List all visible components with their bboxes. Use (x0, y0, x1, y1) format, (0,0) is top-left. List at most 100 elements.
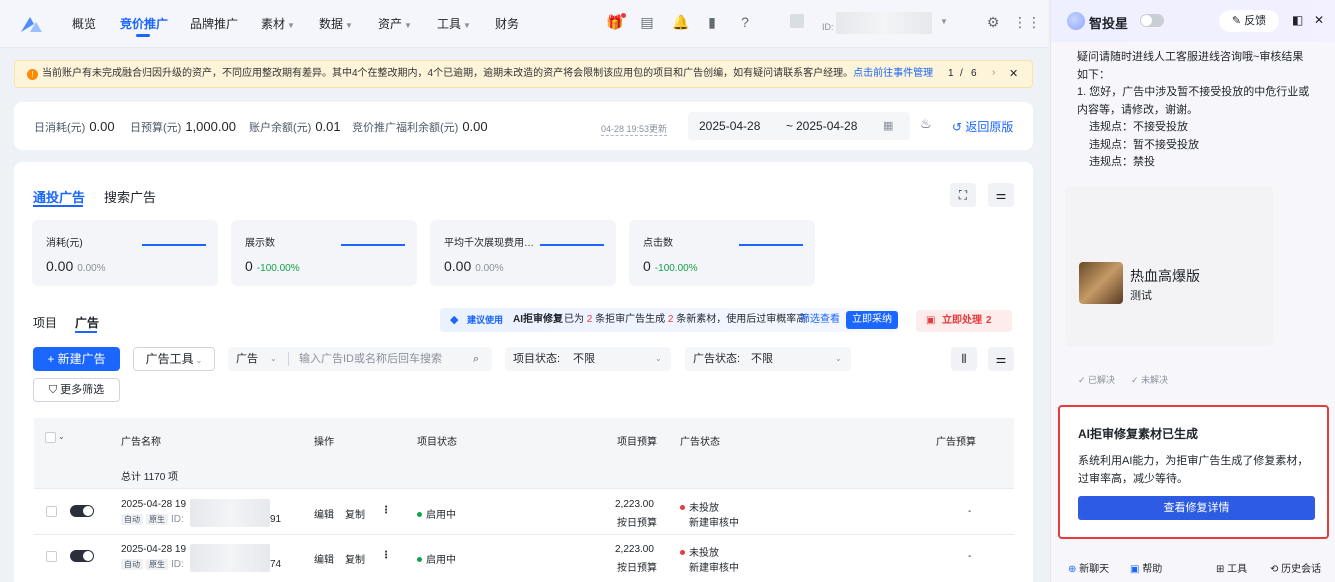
date-range-picker[interactable]: 2025-04-28 ~ 2025-04-28 ▦ (688, 112, 910, 140)
banner-next-icon[interactable]: › (992, 67, 995, 78)
nav-tools[interactable]: 工具 ▼ (437, 15, 471, 32)
edit-link[interactable]: 编辑 (314, 506, 334, 521)
tab-general-ads[interactable]: 通投广告 (33, 187, 85, 206)
account-balance: 账户余额(元) 0.01 (249, 119, 341, 135)
metric-label: 平均千次展现费用… (444, 238, 534, 249)
lamp-icon[interactable]: ♨ (920, 116, 932, 132)
select-all-checkbox[interactable] (45, 432, 56, 443)
more-filters-label: 更多筛选 (60, 384, 105, 396)
search-box[interactable]: 广告 ⌄ 输入广告ID或名称后回车搜索 ⌕ (228, 347, 492, 371)
feedback-button[interactable]: ✎ 反馈 (1219, 10, 1279, 32)
list-icon[interactable]: ▤ (639, 14, 655, 30)
ad-budget: - (968, 551, 972, 562)
back-to-classic[interactable]: ↺ 返回原版 (952, 118, 1013, 135)
unresolved-button[interactable]: ✓ 未解决 (1131, 373, 1168, 386)
banner-prev-icon[interactable]: ‹ (928, 67, 931, 78)
close-icon[interactable]: ✕ (1009, 67, 1018, 80)
ad-toggle[interactable] (70, 550, 94, 562)
ad-status-select[interactable]: 广告状态: 不限 ⌄ (685, 347, 851, 371)
adopt-now-button[interactable]: 立即采纳 (846, 311, 898, 329)
material-preview[interactable]: 热血高爆版 测试 (1065, 186, 1273, 346)
subtab-ad[interactable]: 广告 (75, 314, 99, 331)
fullscreen-icon[interactable]: ⛶ (950, 183, 976, 207)
tools-button[interactable]: ⊞ 工具 (1216, 560, 1247, 575)
row-checkbox[interactable] (46, 506, 57, 517)
tag-auto: 自动 (121, 559, 143, 570)
copy-link[interactable]: 复制 (345, 551, 365, 566)
filter-sliders-icon[interactable]: ⚌ (988, 347, 1014, 371)
table-header (34, 418, 1014, 458)
search-placeholder[interactable]: 输入广告ID或名称后回车搜索 (299, 347, 442, 371)
search-icon[interactable]: ⌕ (473, 347, 479, 371)
ad-toggle[interactable] (70, 505, 94, 517)
search-scope[interactable]: 广告 (236, 347, 258, 371)
filter-icon: ⛉ (48, 384, 61, 396)
resolved-button[interactable]: ✓ 已解决 (1078, 373, 1115, 386)
book-icon[interactable]: ▮ (704, 14, 720, 30)
nav-data[interactable]: 数据 ▼ (319, 15, 353, 32)
project-status-text: 启用中 (426, 510, 456, 521)
metric-sparkline (739, 244, 803, 246)
nav-material[interactable]: 素材 ▼ (261, 15, 295, 32)
help-icon: ▣ (1130, 564, 1143, 575)
subtab-project[interactable]: 项目 (33, 314, 57, 331)
apps-grid-icon[interactable]: ⋮⋮ (1013, 14, 1041, 30)
account-avatar[interactable] (790, 14, 804, 28)
preview-subtitle: 测试 (1130, 290, 1152, 302)
close-icon[interactable]: ✕ (1314, 13, 1324, 27)
metric-card-clicks[interactable]: 点击数 0 -100.00% (629, 220, 815, 286)
chevron-down-icon[interactable]: ⌄ (270, 347, 277, 371)
more-icon[interactable]: ⋮ (381, 505, 391, 516)
col-ad-name[interactable]: 广告名称 (121, 433, 161, 448)
nav-bidding[interactable]: 竞价推广 (120, 15, 168, 32)
project-status-cell: 启用中 (417, 506, 456, 521)
copy-link[interactable]: 复制 (345, 506, 365, 521)
more-filters-button[interactable]: ⛉ 更多筛选 (33, 378, 120, 402)
project-status-label: 项目状态: (513, 353, 561, 365)
project-status-select[interactable]: 项目状态: 不限 ⌄ (505, 347, 671, 371)
help-button[interactable]: ▣ 帮助 (1130, 560, 1162, 575)
repair-card-desc: 系统利用AI能力，为拒审广告生成了修复素材， (1078, 455, 1309, 467)
col-project-status[interactable]: 项目状态 (417, 433, 457, 448)
col-ad-budget[interactable]: 广告预算 (936, 433, 976, 448)
new-ad-button[interactable]: + 新建广告 (33, 347, 120, 371)
bell-icon[interactable]: 🔔 (672, 14, 689, 30)
assistant-toggle[interactable] (1140, 14, 1164, 27)
ad-id-tail: 74 (270, 559, 282, 570)
repair-card-title: AI拒审修复素材已生成 (1078, 427, 1199, 441)
edit-link[interactable]: 编辑 (314, 551, 334, 566)
banner-link[interactable]: 点击前往事件管理 (853, 68, 933, 79)
col-project-budget[interactable]: 项目预算 (617, 433, 657, 448)
message-line: 1. 您好，广告中涉及暂不接受投放的中危行业或 (1077, 86, 1310, 98)
row-checkbox[interactable] (46, 551, 57, 562)
col-ad-status[interactable]: 广告状态 (680, 433, 720, 448)
nav-overview[interactable]: 概览 (72, 15, 96, 32)
dock-icon[interactable]: ◧ (1292, 13, 1303, 27)
ad-tools-dropdown[interactable]: 广告工具 ⌄ (133, 347, 215, 371)
history-button[interactable]: ⟲ 历史会话 (1270, 560, 1321, 575)
app-logo-icon[interactable] (18, 14, 44, 34)
tab-search-ads[interactable]: 搜索广告 (104, 187, 156, 206)
more-icon[interactable]: ⋮ (381, 550, 391, 561)
ad-status-cell: 未投放 (680, 544, 719, 559)
nav-finance[interactable]: 财务 (495, 15, 519, 32)
settings-sliders-icon[interactable]: ⚌ (988, 183, 1014, 207)
chevron-down-icon[interactable]: ▼ (940, 17, 948, 26)
help-icon[interactable]: ? (737, 14, 753, 30)
filter-view-link[interactable]: 筛选查看 (800, 308, 840, 332)
top-nav: 概览 竞价推广 品牌推广 素材 ▼ 数据 ▼ 资产 ▼ 工具 ▼ 财务 🎁 ▤ 🔔 ▮ … (0, 0, 1048, 48)
gear-icon[interactable]: ⚙ (985, 14, 1001, 30)
metric-card-cpm[interactable]: 平均千次展现费用… 0.00 0.00% (430, 220, 616, 286)
new-chat-button[interactable]: ⊕ 新聊天 (1068, 560, 1109, 575)
updated-time[interactable]: 04-28 19:53更新 (601, 122, 668, 136)
nav-brand[interactable]: 品牌推广 (190, 15, 238, 32)
nav-active-indicator (136, 34, 150, 37)
chevron-down-icon[interactable]: ⌄ (58, 432, 65, 441)
handle-now-button[interactable]: ▣ 立即处理 2 (916, 310, 1012, 332)
column-settings-icon[interactable]: ⫴ (951, 347, 977, 371)
gift-icon[interactable]: 🎁 (606, 14, 623, 30)
metric-card-spend[interactable]: 消耗(元) 0.00 0.00% (32, 220, 218, 286)
view-repair-details-button[interactable]: 查看修复详情 (1078, 496, 1315, 520)
nav-assets[interactable]: 资产 ▼ (378, 15, 412, 32)
metric-card-impressions[interactable]: 展示数 0 -100.00% (231, 220, 417, 286)
